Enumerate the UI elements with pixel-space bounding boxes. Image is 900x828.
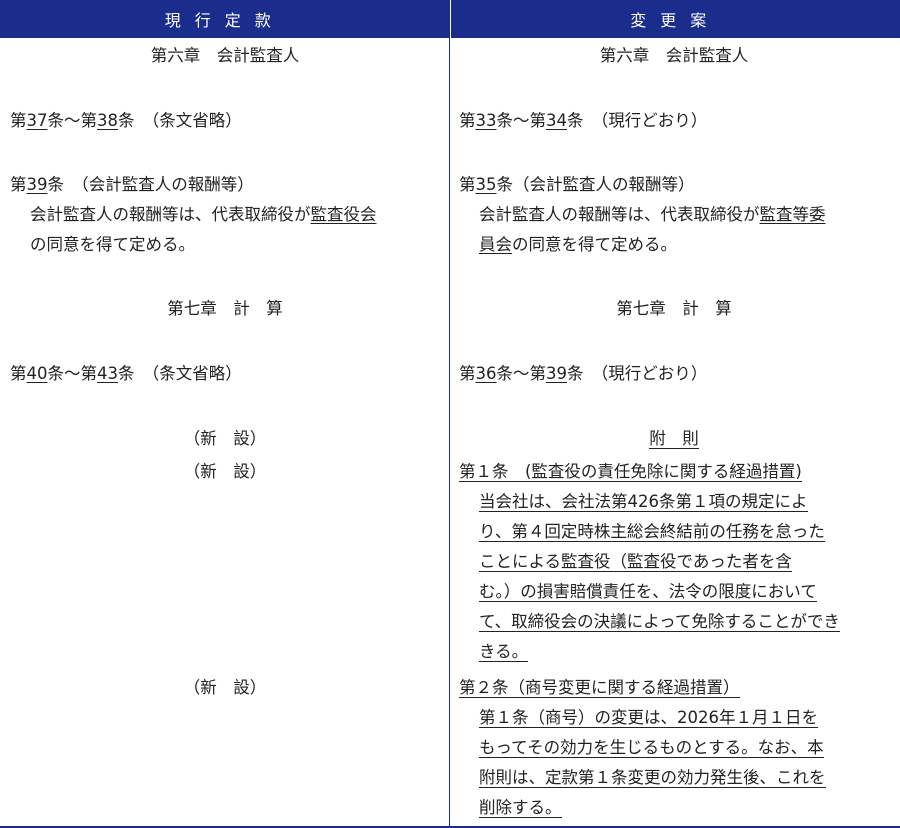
supp1-line: きる。 bbox=[479, 640, 529, 664]
supp1-line: む。）の損害賠償責任を、法令の限度において bbox=[479, 580, 817, 604]
left-new3: （新 設） bbox=[183, 678, 267, 697]
art-prefix: 第 bbox=[459, 175, 476, 194]
supp2-line: 附則は、定款第１条変更の効力発生後、これを bbox=[479, 766, 826, 790]
art-num: 38 bbox=[97, 111, 118, 130]
supp1-line: り、第４回定時株主総会終結前の任務を怠った bbox=[479, 520, 825, 544]
supp2-title: 第２条（商号変更に関する経過措置） bbox=[459, 676, 740, 700]
header-current: 現行定款 bbox=[0, 0, 451, 38]
left-art37: 第37条～第38条 （条文省略） bbox=[10, 109, 242, 133]
supp2-line-text: 第１条（商号）の変更は、2026年１月１日を bbox=[479, 708, 818, 728]
supp-title-text: 附 則 bbox=[649, 429, 699, 449]
right-chapter6: 第六章 会計監査人 bbox=[599, 46, 749, 65]
supplementary-title: 附 則 bbox=[459, 427, 889, 451]
art-num: 40 bbox=[26, 364, 48, 383]
art-num: 39 bbox=[546, 364, 567, 383]
right-art33: 第33条～第34条 （現行どおり） bbox=[459, 109, 707, 133]
supp1-line-text: きる。 bbox=[479, 642, 529, 662]
art-prefix: 第 bbox=[10, 111, 27, 130]
supp1-title: 第１条 (監査役の責任免除に関する経過措置) bbox=[459, 460, 802, 484]
art-num: 35 bbox=[475, 175, 497, 194]
art-suffix: 条 （現行どおり） bbox=[567, 111, 708, 130]
art-mid: 条～第 bbox=[47, 364, 98, 383]
supp1-line: 当会社は、会社法第426条第１項の規定によ bbox=[479, 490, 808, 514]
art-prefix: 第 bbox=[459, 111, 476, 130]
supp1-title-text: 第１条 (監査役の責任免除に関する経過措置) bbox=[459, 462, 802, 482]
supp1-line: ことによる監査役（監査役であった者を含 bbox=[479, 550, 792, 574]
left-chapter7: 第七章 計 算 bbox=[167, 299, 283, 318]
art-mid: 条～第 bbox=[496, 111, 547, 130]
art-mid: 条～第 bbox=[47, 111, 98, 130]
left-art39-body2: の同意を得て定める。 bbox=[30, 235, 195, 254]
column-divider bbox=[449, 38, 450, 826]
table-header: 現行定款 変更案 bbox=[0, 0, 900, 38]
body-underlined: 員会 bbox=[479, 235, 512, 254]
body-text: 会計監査人の報酬等は、代表取締役が bbox=[479, 205, 760, 224]
art-suffix: 条 （条文省略） bbox=[118, 364, 242, 383]
left-new2: （新 設） bbox=[183, 462, 267, 481]
art-prefix: 第 bbox=[459, 364, 476, 383]
left-chapter6: 第六章 会計監査人 bbox=[150, 46, 300, 65]
header-proposed: 変更案 bbox=[630, 11, 721, 30]
art-title: 条（会計監査人の報酬等） bbox=[496, 175, 695, 194]
body-text: 会計監査人の報酬等は、代表取締役が bbox=[30, 205, 311, 224]
art-num: 34 bbox=[546, 111, 567, 130]
art-num: 36 bbox=[475, 364, 497, 383]
amendment-comparison-table: 現行定款 変更案 第六章 会計監査人 第37条～第38条 （条文省略） 第39条… bbox=[0, 0, 900, 828]
supp1-line-text: 当会社は、会社法第426条第１項の規定によ bbox=[479, 492, 808, 512]
art-num: 37 bbox=[26, 111, 48, 130]
supp1-line: て、取締役会の決議によって免除することができ bbox=[479, 610, 840, 634]
art-prefix: 第 bbox=[10, 175, 27, 194]
supp1-line-text: ことによる監査役（監査役であった者を含 bbox=[479, 552, 792, 572]
art-suffix: 条 （条文省略） bbox=[118, 111, 242, 130]
right-art35-body1: 会計監査人の報酬等は、代表取締役が監査等委 bbox=[479, 203, 826, 227]
art-mid: 条～第 bbox=[496, 364, 547, 383]
supp1-line-text: む。）の損害賠償責任を、法令の限度において bbox=[479, 582, 817, 602]
art-prefix: 第 bbox=[10, 364, 27, 383]
body-underlined: 監査等委 bbox=[759, 205, 826, 224]
right-chapter7: 第七章 計 算 bbox=[616, 299, 732, 318]
supp1-line-text: て、取締役会の決議によって免除することができ bbox=[479, 612, 840, 632]
supp2-line: 第１条（商号）の変更は、2026年１月１日を bbox=[479, 706, 818, 730]
supp2-line-text: 附則は、定款第１条変更の効力発生後、これを bbox=[479, 768, 826, 788]
supp1-line-text: り、第４回定時株主総会終結前の任務を怠った bbox=[479, 522, 825, 542]
body-underlined: 監査役会 bbox=[310, 205, 377, 224]
body-text: の同意を得て定める。 bbox=[512, 235, 677, 254]
art-title: 条 （会計監査人の報酬等） bbox=[47, 175, 254, 194]
supp2-title-text: 第２条（商号変更に関する経過措置） bbox=[459, 678, 740, 698]
left-art40: 第40条～第43条 （条文省略） bbox=[10, 362, 242, 386]
art-suffix: 条 （現行どおり） bbox=[567, 364, 708, 383]
right-art36: 第36条～第39条 （現行どおり） bbox=[459, 362, 707, 386]
supp2-line-text: もってその効力を生じるものとする。なお、本 bbox=[479, 738, 824, 758]
supp2-line: もってその効力を生じるものとする。なお、本 bbox=[479, 736, 824, 760]
right-art35-body2: 員会の同意を得て定める。 bbox=[479, 233, 677, 257]
left-new1: （新 設） bbox=[183, 429, 267, 448]
art-num: 39 bbox=[26, 175, 48, 194]
left-art39-title: 第39条 （会計監査人の報酬等） bbox=[10, 173, 254, 197]
right-art35-title: 第35条（会計監査人の報酬等） bbox=[459, 173, 695, 197]
supp2-line: 削除する。 bbox=[479, 796, 562, 820]
supp2-line-text: 削除する。 bbox=[479, 798, 562, 818]
left-art39-body1: 会計監査人の報酬等は、代表取締役が監査役会 bbox=[30, 203, 377, 227]
art-num: 43 bbox=[97, 364, 118, 383]
art-num: 33 bbox=[475, 111, 497, 130]
